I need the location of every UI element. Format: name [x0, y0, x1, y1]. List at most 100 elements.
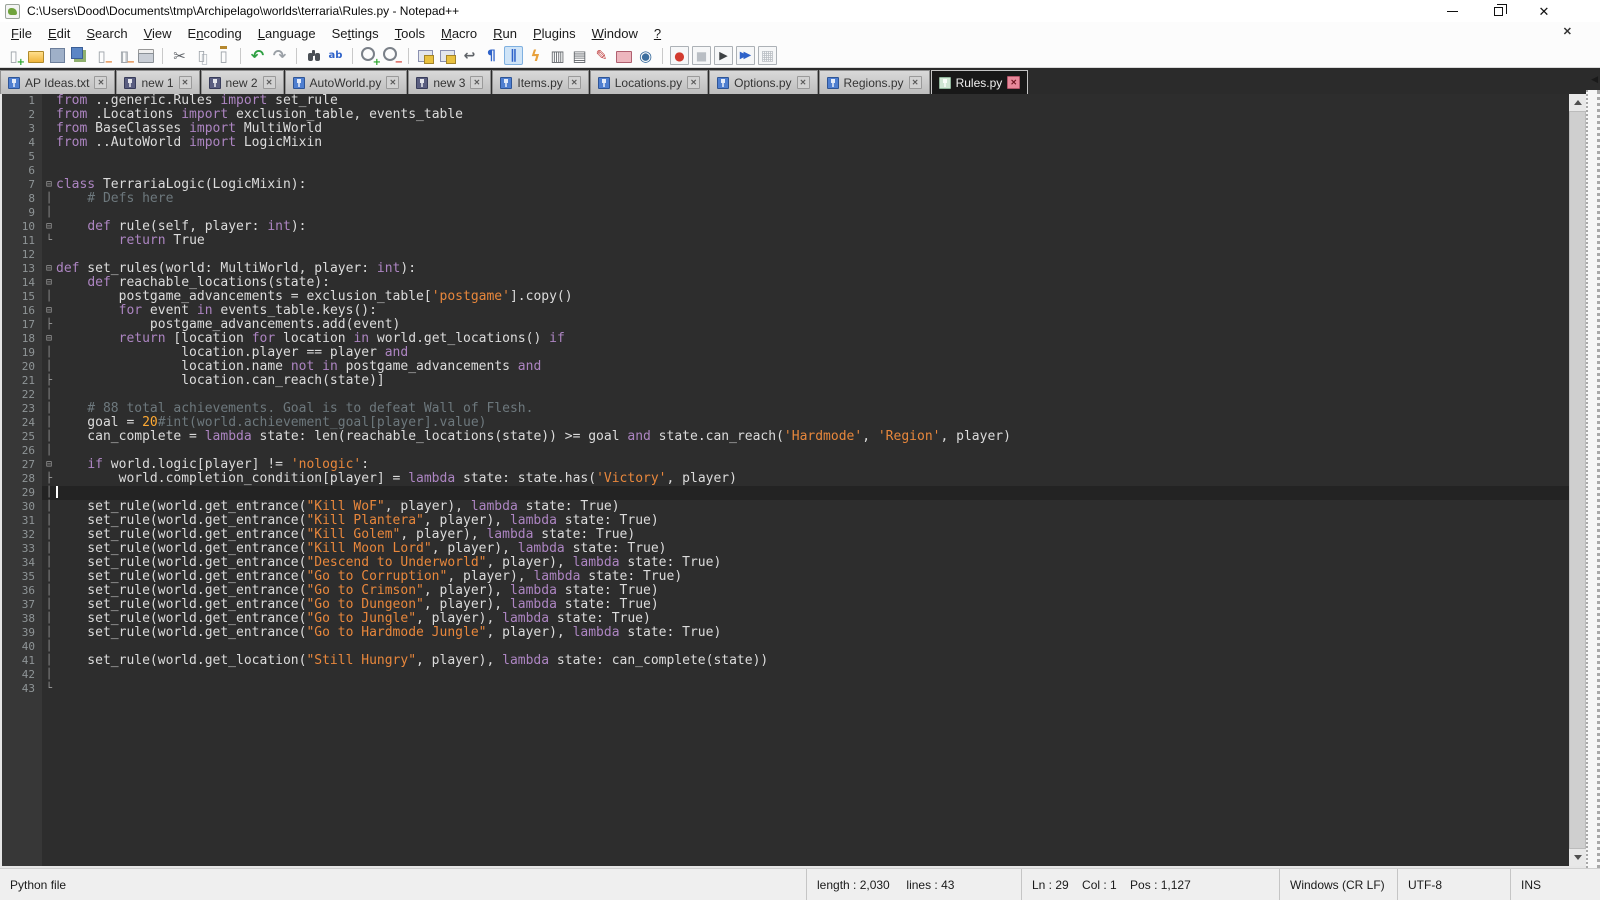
code-line-7[interactable]: 7⊟class TerrariaLogic(LogicMixin): — [2, 178, 1586, 192]
print-icon[interactable] — [136, 46, 155, 65]
code-line-6[interactable]: 6 — [2, 164, 1586, 178]
code-line-3[interactable]: 3from BaseClasses import MultiWorld — [2, 122, 1586, 136]
close-all-icon[interactable] — [114, 46, 133, 65]
code-line-15[interactable]: 15│ postgame_advancements = exclusion_ta… — [2, 290, 1586, 304]
fold-marker-icon[interactable]: ⊟ — [42, 458, 56, 472]
tab-close-icon[interactable]: ✕ — [909, 76, 922, 89]
code-line-21[interactable]: 21├ location.can_reach(state)] — [2, 374, 1586, 388]
zoom-out-icon[interactable] — [382, 46, 401, 65]
code-line-17[interactable]: 17├ postgame_advancements.add(event) — [2, 318, 1586, 332]
menu-settings[interactable]: Settings — [324, 24, 387, 43]
monitor-icon[interactable] — [636, 46, 655, 65]
tab-close-icon[interactable]: ✕ — [94, 76, 107, 89]
tab-close-icon[interactable]: ✕ — [568, 76, 581, 89]
edit-marker-icon[interactable] — [592, 46, 611, 65]
tab-items-py[interactable]: Items.py✕ — [492, 70, 588, 94]
tab-regions-py[interactable]: Regions.py✕ — [819, 70, 930, 94]
code-line-19[interactable]: 19│ location.player == player and — [2, 346, 1586, 360]
code-line-35[interactable]: 35│ set_rule(world.get_entrance("Go to C… — [2, 570, 1586, 584]
code-line-12[interactable]: 12 — [2, 248, 1586, 262]
code-line-34[interactable]: 34│ set_rule(world.get_entrance("Descend… — [2, 556, 1586, 570]
tab-close-icon[interactable]: ✕ — [386, 76, 399, 89]
find-icon[interactable] — [304, 46, 323, 65]
code-line-2[interactable]: 2from .Locations import exclusion_table,… — [2, 108, 1586, 122]
save-all-icon[interactable] — [70, 46, 89, 65]
status-encoding[interactable]: UTF-8 — [1397, 869, 1510, 900]
save-icon[interactable] — [48, 46, 67, 65]
status-insert-mode[interactable]: INS — [1510, 869, 1600, 900]
tab-close-icon[interactable]: ✕ — [470, 76, 483, 89]
tab-locations-py[interactable]: Locations.py✕ — [590, 70, 708, 94]
tab-ap-ideas-txt[interactable]: AP Ideas.txt✕ — [0, 70, 115, 94]
word-wrap-icon[interactable] — [460, 46, 479, 65]
code-line-26[interactable]: 26│ — [2, 444, 1586, 458]
tab-scroll-left-icon[interactable]: ◀ — [1591, 74, 1598, 85]
fold-marker-icon[interactable]: ⊟ — [42, 262, 56, 276]
code-line-9[interactable]: 9│ — [2, 206, 1586, 220]
scrollbar-thumb[interactable] — [1569, 111, 1586, 849]
fold-marker-icon[interactable]: ⊟ — [42, 220, 56, 234]
code-line-5[interactable]: 5 — [2, 150, 1586, 164]
macro-save-icon[interactable] — [758, 46, 777, 65]
code-line-23[interactable]: 23│ # 88 total achievements. Goal is to … — [2, 402, 1586, 416]
code-line-38[interactable]: 38│ set_rule(world.get_entrance("Go to J… — [2, 612, 1586, 626]
tab-close-icon[interactable]: ✕ — [1007, 76, 1020, 89]
close-icon[interactable] — [92, 46, 111, 65]
macro-run-multiple-icon[interactable] — [736, 46, 755, 65]
tab-new-3[interactable]: new 3✕ — [408, 70, 491, 94]
vertical-scrollbar[interactable] — [1569, 94, 1586, 866]
menu-plugins[interactable]: Plugins — [525, 24, 584, 43]
code-line-33[interactable]: 33│ set_rule(world.get_entrance("Kill Mo… — [2, 542, 1586, 556]
tab-close-icon[interactable]: ✕ — [687, 76, 700, 89]
folder-workspace-icon[interactable] — [614, 46, 633, 65]
code-line-29[interactable]: 29│ — [2, 486, 1586, 500]
zoom-in-icon[interactable] — [360, 46, 379, 65]
tab-options-py[interactable]: Options.py✕ — [709, 70, 817, 94]
menu-edit[interactable]: Edit — [40, 24, 78, 43]
sync-h-icon[interactable] — [438, 46, 457, 65]
replace-icon[interactable] — [326, 46, 345, 65]
menu-window[interactable]: Window — [584, 24, 646, 43]
close-button[interactable]: ✕ — [1521, 0, 1567, 22]
code-line-36[interactable]: 36│ set_rule(world.get_entrance("Go to C… — [2, 584, 1586, 598]
fold-marker-icon[interactable]: ⊟ — [42, 332, 56, 346]
code-line-14[interactable]: 14⊟ def reachable_locations(state): — [2, 276, 1586, 290]
scroll-down-button[interactable] — [1569, 849, 1586, 866]
undo-icon[interactable] — [248, 46, 267, 65]
code-line-4[interactable]: 4from ..AutoWorld import LogicMixin — [2, 136, 1586, 150]
code-line-10[interactable]: 10⊟ def rule(self, player: int): — [2, 220, 1586, 234]
sync-v-icon[interactable] — [416, 46, 435, 65]
redo-icon[interactable] — [270, 46, 289, 65]
tab-close-icon[interactable]: ✕ — [797, 76, 810, 89]
restore-button[interactable] — [1475, 0, 1521, 22]
code-line-22[interactable]: 22│ — [2, 388, 1586, 402]
editor[interactable]: 1from ..generic.Rules import set_rule2fr… — [0, 94, 1586, 868]
code-line-32[interactable]: 32│ set_rule(world.get_entrance("Kill Go… — [2, 528, 1586, 542]
code-line-37[interactable]: 37│ set_rule(world.get_entrance("Go to D… — [2, 598, 1586, 612]
code-line-8[interactable]: 8│ # Defs here — [2, 192, 1586, 206]
minimize-button[interactable] — [1429, 0, 1475, 22]
code-line-40[interactable]: 40│ — [2, 640, 1586, 654]
show-all-chars-icon[interactable] — [482, 46, 501, 65]
tab-close-icon[interactable]: ✕ — [263, 76, 276, 89]
new-file-icon[interactable] — [4, 46, 23, 65]
code-line-28[interactable]: 28├ world.completion_condition[player] =… — [2, 472, 1586, 486]
doc-map-icon[interactable] — [548, 46, 567, 65]
menu-language[interactable]: Language — [250, 24, 324, 43]
menu-file[interactable]: File — [3, 24, 40, 43]
fold-marker-icon[interactable]: ⊟ — [42, 178, 56, 192]
scroll-up-button[interactable] — [1569, 94, 1586, 111]
tab-new-2[interactable]: new 2✕ — [201, 70, 284, 94]
doc-switcher-icon[interactable] — [570, 46, 589, 65]
code-line-41[interactable]: 41│ set_rule(world.get_location("Still H… — [2, 654, 1586, 668]
code-line-25[interactable]: 25│ can_complete = lambda state: len(rea… — [2, 430, 1586, 444]
function-list-icon[interactable] — [526, 46, 545, 65]
code-area[interactable]: 1from ..generic.Rules import set_rule2fr… — [2, 94, 1586, 696]
menu-view[interactable]: View — [136, 24, 180, 43]
paste-icon[interactable] — [214, 46, 233, 65]
code-line-24[interactable]: 24│ goal = 20#int(world.achievement_goal… — [2, 416, 1586, 430]
macro-stop-icon[interactable] — [692, 46, 711, 65]
tab-close-icon[interactable]: ✕ — [179, 76, 192, 89]
tab-autoworld-py[interactable]: AutoWorld.py✕ — [285, 70, 408, 94]
code-line-13[interactable]: 13⊟def set_rules(world: MultiWorld, play… — [2, 262, 1586, 276]
